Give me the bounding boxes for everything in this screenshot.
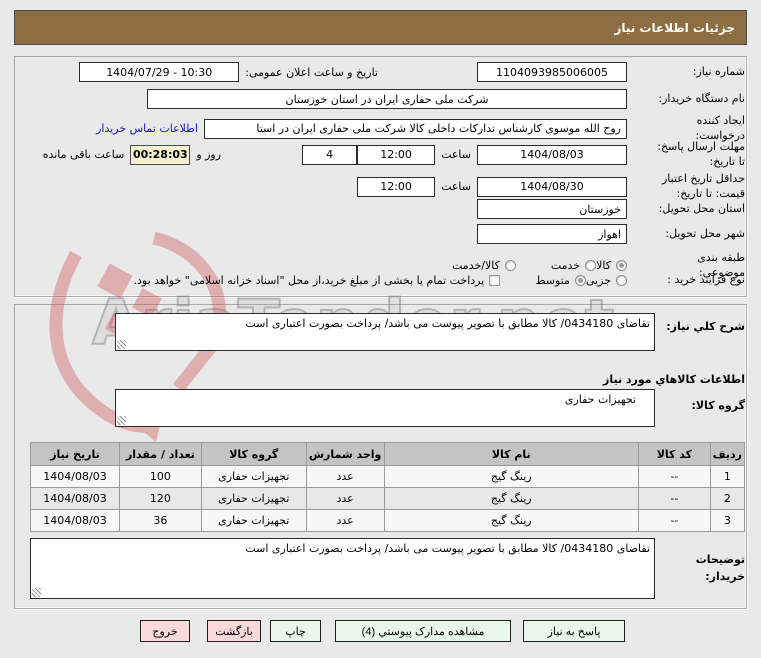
- table-cell: تجهیزات حفاری: [200, 465, 307, 488]
- goods-table-header-cell: تعداد / مقدار: [119, 442, 202, 466]
- treasury-checkbox[interactable]: [489, 274, 501, 286]
- resize-grip-icon[interactable]: [117, 340, 126, 349]
- treasury-payment-option[interactable]: پرداخت تمام یا بخشی از مبلغ خرید،از محل …: [134, 274, 501, 287]
- goods-table-header-cell: گروه کالا: [200, 442, 307, 466]
- request-creator-field[interactable]: روح الله موسوی کارشناس تدارکات داخلی کال…: [204, 118, 627, 139]
- table-cell: تجهیزات حفاری: [200, 509, 307, 532]
- goods-group-text: تجهیزات حفاری: [564, 393, 636, 406]
- radio-icon[interactable]: [504, 260, 516, 272]
- price-validity-time-field[interactable]: 12:00: [357, 176, 436, 197]
- table-cell: 1404/08/03: [30, 487, 120, 510]
- subject-option-goods-label: کالا: [596, 259, 611, 273]
- reply-deadline-date-field[interactable]: 1404/08/03: [477, 144, 627, 165]
- reply-deadline-time-field[interactable]: 12:00: [357, 144, 436, 165]
- goods-table-header: ردیف کد کالا نام کالا واحد شمارش گروه کالا تع…: [30, 442, 746, 466]
- table-cell: 2: [709, 487, 746, 510]
- radio-icon[interactable]: [585, 260, 597, 272]
- delivery-province-field[interactable]: خوزستان: [477, 199, 627, 219]
- remaining-days-field[interactable]: 4: [302, 144, 358, 165]
- buyer-contact-link[interactable]: اطلاعات تماس خریدار: [96, 122, 198, 135]
- table-row: 2 -- رینگ گیج عدد تجهیزات حفاری 120 1404/08/03: [30, 487, 746, 510]
- exit-button[interactable]: خروج: [140, 620, 190, 642]
- table-cell: رینگ گیج: [383, 465, 639, 488]
- reply-to-need-button[interactable]: پاسخ به نیاز: [523, 620, 625, 642]
- table-cell: 1404/08/03: [30, 465, 120, 488]
- delivery-province-label: استان محل تحویل:: [658, 201, 745, 215]
- table-cell: 1: [709, 465, 746, 488]
- buyer-org-field[interactable]: شرکت ملی حفاری ایران در استان خوزستان: [147, 89, 627, 109]
- treasury-checkbox-label: پرداخت تمام یا بخشی از مبلغ خرید،از محل …: [133, 273, 485, 287]
- buyer-notes-text: تقاضای 0434180/ کالا مطابق با تصویر پیوس…: [245, 542, 650, 555]
- table-cell: 36: [119, 509, 202, 532]
- need-number-label: شماره نیاز:: [692, 64, 745, 78]
- process-option-medium[interactable]: متوسط: [535, 274, 586, 287]
- buyer-org-label: نام دستگاه خریدار:: [658, 91, 745, 105]
- buyer-notes-label: توضیحات خریدار:: [695, 553, 745, 583]
- reply-hour-label: ساعت: [441, 148, 471, 162]
- table-cell: تجهیزات حفاری: [200, 487, 307, 510]
- goods-table: ردیف کد کالا نام کالا واحد شمارش گروه کالا تع…: [30, 442, 746, 532]
- table-cell: --: [637, 509, 711, 532]
- price-validity-label: حداقل تاریخ اعتبار قیمت: تا تاریخ:: [661, 172, 745, 200]
- price-validity-hour-label: ساعت: [441, 180, 471, 194]
- page-title: جزئیات اطلاعات نیاز: [14, 10, 747, 45]
- radio-icon[interactable]: [616, 260, 627, 272]
- goods-table-header-cell: نام کالا: [383, 442, 639, 466]
- delivery-city-field[interactable]: اهواز: [477, 224, 627, 244]
- radio-icon[interactable]: [616, 274, 627, 286]
- process-option-minor-label: جزیی: [585, 273, 611, 287]
- subject-option-goods-service[interactable]: کالا/خدمت: [452, 259, 516, 272]
- resize-grip-icon[interactable]: [117, 416, 126, 425]
- table-row: 1 -- رینگ گیج عدد تجهیزات حفاری 100 1404/08/03: [30, 465, 746, 488]
- table-cell: عدد: [305, 487, 385, 510]
- table-cell: 1404/08/03: [30, 509, 120, 532]
- resize-grip-icon[interactable]: [32, 588, 41, 597]
- goods-group-textarea[interactable]: تجهیزات حفاری: [115, 389, 655, 427]
- buyer-notes-textarea[interactable]: تقاضای 0434180/ کالا مطابق با تصویر پیوس…: [30, 538, 655, 599]
- subject-option-service-label: خدمت: [550, 259, 581, 273]
- action-buttons: پاسخ به نیاز مشاهده مدارک پیوستي (4) چاپ…: [140, 620, 625, 642]
- remaining-time-label: ساعت باقی مانده: [42, 148, 125, 162]
- goods-table-body: 1 -- رینگ گیج عدد تجهیزات حفاری 100 1404/08/03…: [30, 465, 746, 532]
- table-cell: رینگ گیج: [383, 487, 639, 510]
- goods-table-header-cell: واحد شمارش: [305, 442, 385, 466]
- print-button[interactable]: چاپ: [270, 620, 321, 642]
- need-description-textarea[interactable]: تقاضای 0434180/ کالا مطابق با تصویر پیوس…: [115, 313, 655, 351]
- back-button[interactable]: بازگشت: [207, 620, 261, 642]
- announce-datetime-field[interactable]: 1404/07/29 - 10:30: [79, 62, 240, 82]
- radio-icon[interactable]: [574, 274, 586, 286]
- reply-deadline-label: مهلت ارسال پاسخ: تا تاریخ:: [657, 140, 745, 168]
- goods-table-header-cell: تاریخ نیاز: [30, 442, 120, 466]
- table-cell: عدد: [305, 465, 385, 488]
- subject-option-goods[interactable]: کالا: [596, 259, 627, 272]
- table-row: 3 -- رینگ گیج عدد تجهیزات حفاری 36 1404/08/03: [30, 509, 746, 532]
- tender-details-page: AriaTender.net جزئیات اطلاعات نیاز شماره…: [0, 0, 761, 658]
- goods-table-header-cell: کد کالا: [637, 442, 711, 466]
- goods-table-header-cell: ردیف: [709, 442, 746, 466]
- goods-section-heading: اطلاعات کالاهاي مورد نیاز: [603, 373, 745, 386]
- need-number-field[interactable]: 1104093985006005: [477, 62, 627, 82]
- table-cell: --: [637, 487, 711, 510]
- need-description-text: تقاضای 0434180/ کالا مطابق با تصویر پیوس…: [245, 317, 650, 330]
- remaining-time-countdown: 00:28:03: [130, 144, 191, 165]
- table-cell: 120: [119, 487, 202, 510]
- table-cell: 100: [119, 465, 202, 488]
- remaining-days-label: روز و: [196, 148, 222, 162]
- view-attached-docs-button[interactable]: مشاهده مدارک پیوستي (4): [335, 620, 511, 642]
- subject-option-service[interactable]: خدمت: [550, 259, 597, 273]
- process-option-medium-label: متوسط: [535, 273, 570, 287]
- table-cell: عدد: [305, 509, 385, 532]
- table-cell: --: [637, 465, 711, 488]
- goods-group-label: گروه کالا:: [691, 399, 745, 412]
- need-description-label: شرح کلي نیاز:: [666, 320, 745, 333]
- table-cell: رینگ گیج: [383, 509, 639, 532]
- delivery-city-label: شهر محل تحویل:: [665, 226, 745, 240]
- subject-option-goods-service-label: کالا/خدمت: [452, 259, 500, 273]
- table-cell: 3: [709, 509, 746, 532]
- announce-datetime-label: تاریخ و ساعت اعلان عمومی:: [245, 65, 378, 79]
- price-validity-date-field[interactable]: 1404/08/30: [477, 176, 627, 197]
- purchase-process-label: نوع فرآیند خرید :: [667, 273, 745, 286]
- process-option-minor[interactable]: جزیی: [586, 274, 627, 287]
